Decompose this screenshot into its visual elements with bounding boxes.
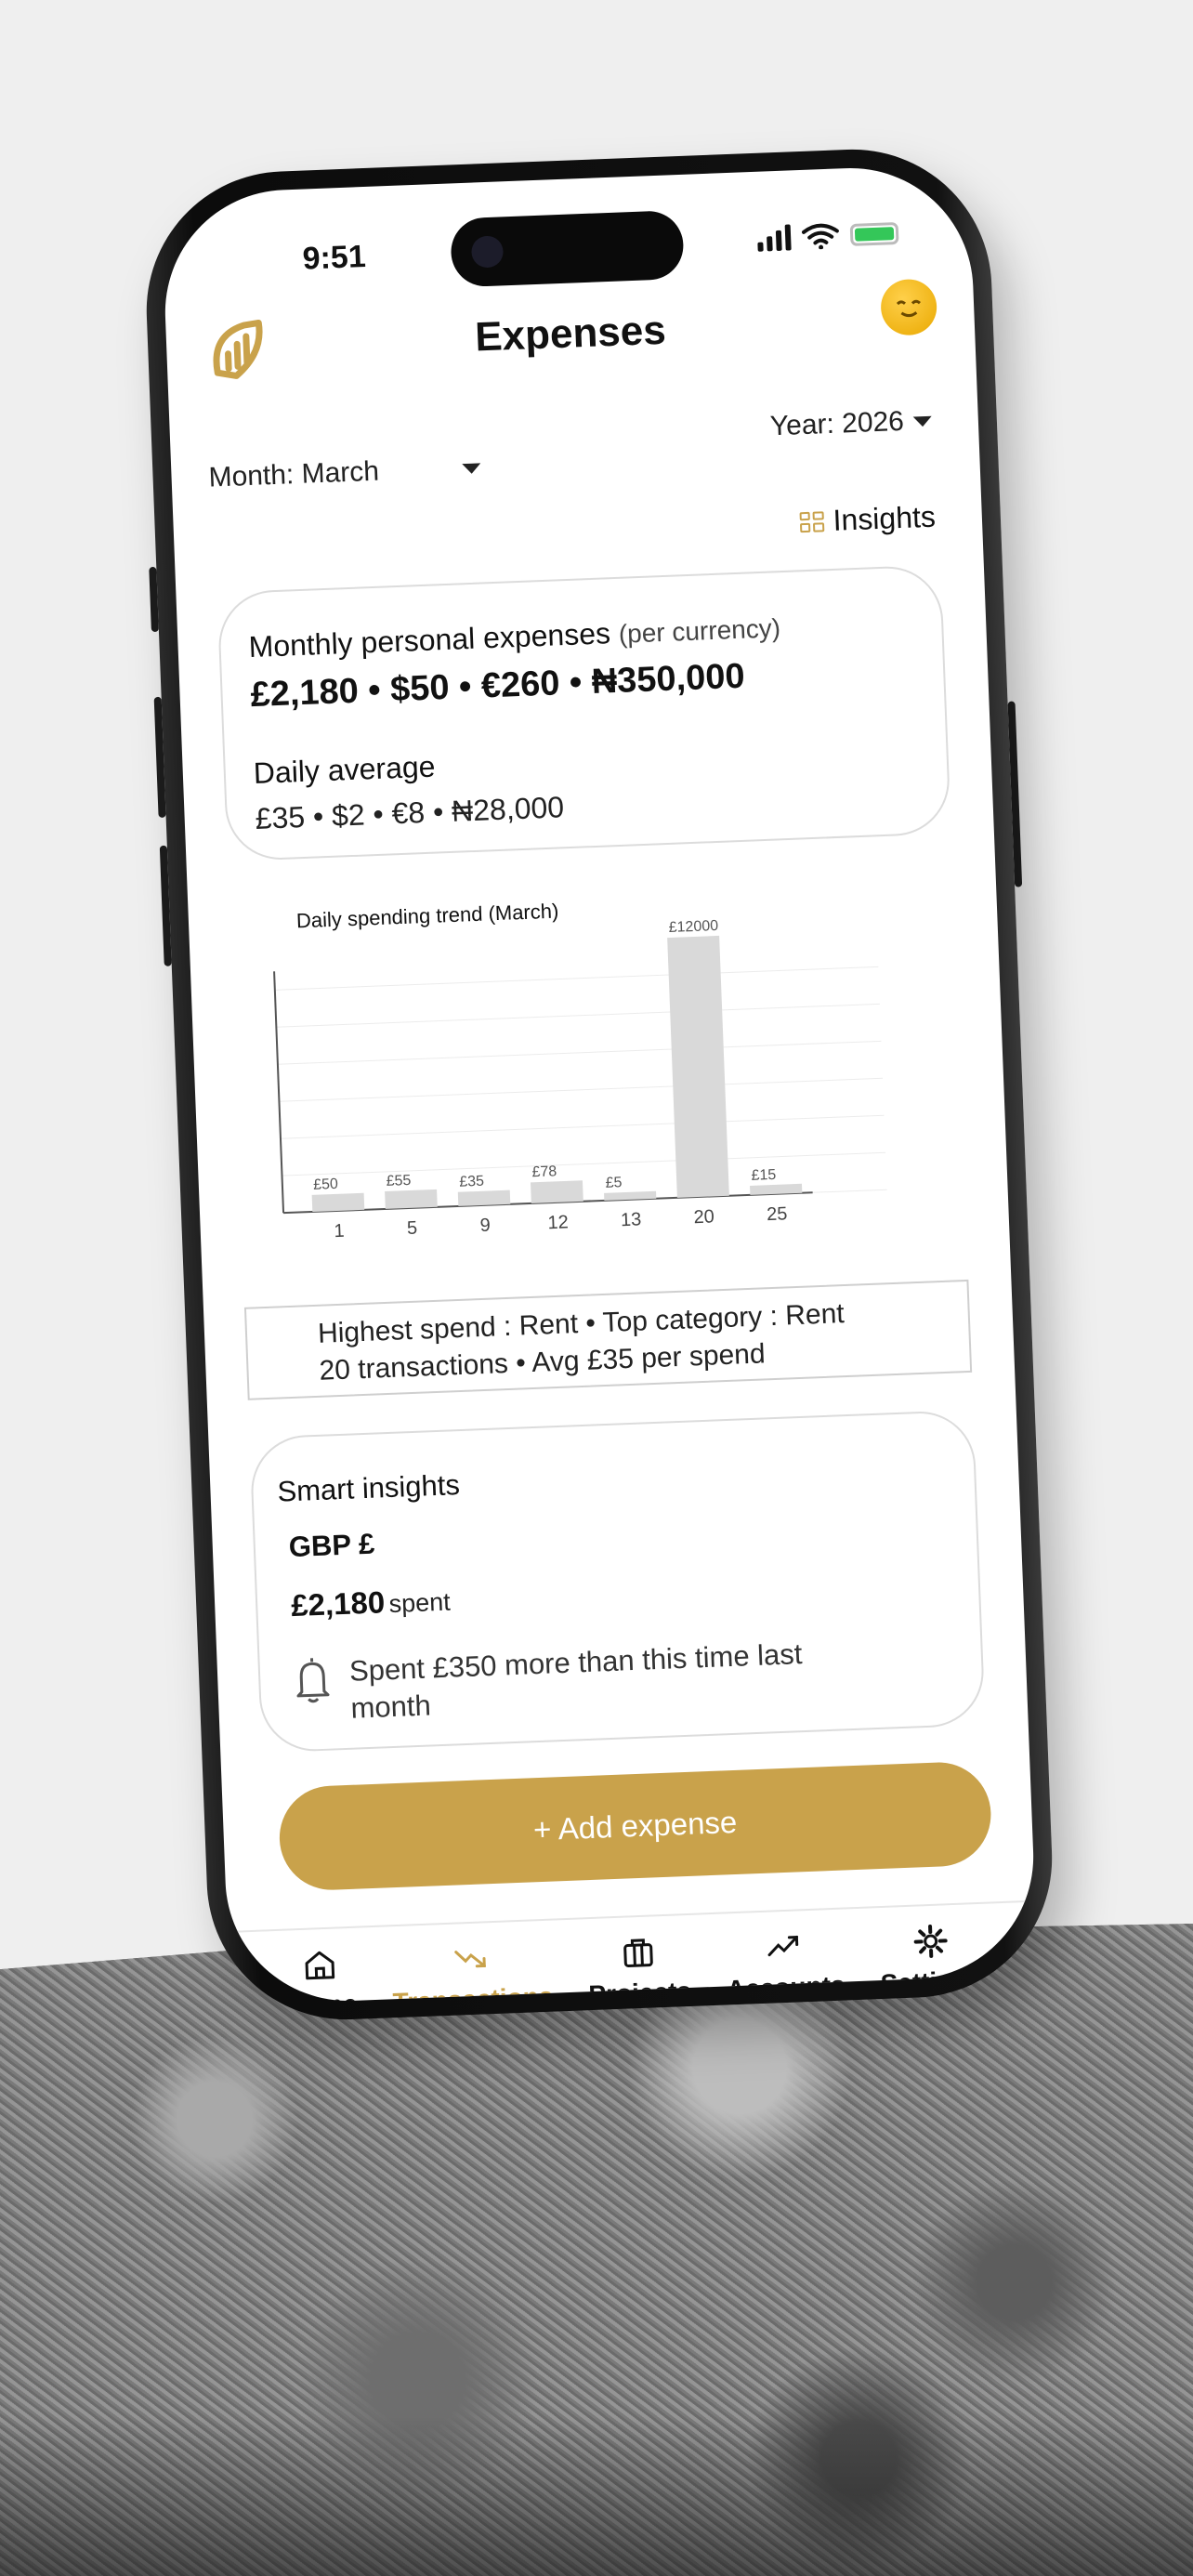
chart-bar xyxy=(457,1189,511,1206)
chart-bar xyxy=(311,1192,365,1212)
chart-value-label: £50 xyxy=(313,1176,338,1193)
page-title: Expenses xyxy=(474,307,667,361)
monthly-label-suffix: (per currency) xyxy=(618,613,781,649)
wifi-icon xyxy=(801,223,839,250)
chart-gridline xyxy=(282,1151,886,1176)
chart-value-label: £12000 xyxy=(668,918,718,936)
chart-gridline xyxy=(274,966,879,991)
home-icon xyxy=(305,1951,335,1980)
signal-icon xyxy=(757,224,792,252)
year-select[interactable]: Year: 2026 xyxy=(769,405,933,443)
chart-canvas: £50 1 £55 5 £35 9 £78 12 £5 13 £12000 20 £15 25 xyxy=(273,918,887,1242)
chart-gridline xyxy=(279,1077,883,1102)
chart-gridline xyxy=(280,1114,885,1139)
chart-value-label: £5 xyxy=(605,1175,623,1191)
chart-gridline xyxy=(276,1003,880,1028)
front-camera xyxy=(470,235,505,269)
insights-link[interactable]: Insights xyxy=(799,500,937,540)
chart-tick-label: 1 xyxy=(334,1221,345,1242)
insights-link-label: Insights xyxy=(832,499,937,537)
spending-chart: Daily spending trend (March) £50 1 £55 5 £35… xyxy=(225,874,908,1270)
trending-up-icon xyxy=(767,1935,799,1957)
monthly-expenses-card: Monthly personal expenses (per currency)… xyxy=(216,564,951,862)
chart-value-label: £55 xyxy=(386,1173,411,1189)
month-select[interactable]: Month: March xyxy=(207,452,482,493)
chart-tick-label: 9 xyxy=(479,1216,491,1236)
chart-tick-label: 25 xyxy=(767,1203,788,1225)
chevron-down-icon xyxy=(912,415,933,427)
month-select-label: Month: March xyxy=(207,455,380,493)
chart-bar xyxy=(530,1180,583,1203)
chart-y-axis xyxy=(273,971,285,1214)
chart-value-label: £35 xyxy=(459,1174,484,1190)
monthly-label: Monthly personal expenses xyxy=(247,616,611,664)
chart-value-label: £78 xyxy=(531,1163,557,1180)
chart-gridline xyxy=(277,1040,882,1065)
grid-icon xyxy=(799,510,825,532)
add-expense-button[interactable]: + Add expense xyxy=(277,1760,993,1892)
rock-shadow xyxy=(0,2416,1193,2576)
chart-bar xyxy=(667,935,729,1198)
app-header: Expenses xyxy=(164,273,977,406)
emoji-avatar-icon xyxy=(896,299,921,318)
smart-insights-card: Smart insights GBP £ £2,180 spent Spent … xyxy=(249,1409,986,1754)
chart-bar xyxy=(385,1189,438,1209)
chart-tick-label: 13 xyxy=(621,1209,642,1230)
tab-home[interactable]: Home xyxy=(283,1947,360,2005)
insight-alert-text: Spent £350 more than this time last mont… xyxy=(348,1637,804,1725)
spent-summary: £2,180 spent xyxy=(282,1563,955,1624)
spending-summary: Highest spend : Rent • Top category : Re… xyxy=(243,1279,973,1400)
year-select-label: Year: 2026 xyxy=(769,405,905,442)
phone-screen: 9:51 Expenses Month: March Year: 2026 In… xyxy=(160,164,1039,2005)
spent-value: £2,180 xyxy=(290,1584,386,1623)
chart-tick-label: 20 xyxy=(693,1206,714,1228)
gear-icon xyxy=(913,1925,948,1958)
insight-alert: Spent £350 more than this time last mont… xyxy=(283,1630,959,1730)
spent-suffix: spent xyxy=(388,1587,452,1619)
briefcase-icon xyxy=(623,1939,654,1967)
status-time: 9:51 xyxy=(301,239,367,277)
chevron-down-icon xyxy=(462,462,482,474)
phone-device: 9:51 Expenses Month: March Year: 2026 In… xyxy=(141,144,1057,2025)
status-icons xyxy=(757,220,899,252)
battery-icon xyxy=(849,221,899,246)
chart-tick-label: 12 xyxy=(547,1212,569,1233)
dynamic-island xyxy=(450,209,685,288)
trending-down-icon xyxy=(454,1951,487,1968)
bell-icon xyxy=(296,1658,330,1703)
smart-insights-title: Smart insights xyxy=(276,1468,461,1508)
chart-value-label: £15 xyxy=(751,1167,776,1184)
currency-label: GBP £ xyxy=(288,1527,375,1564)
chart-tick-label: 5 xyxy=(407,1218,418,1239)
